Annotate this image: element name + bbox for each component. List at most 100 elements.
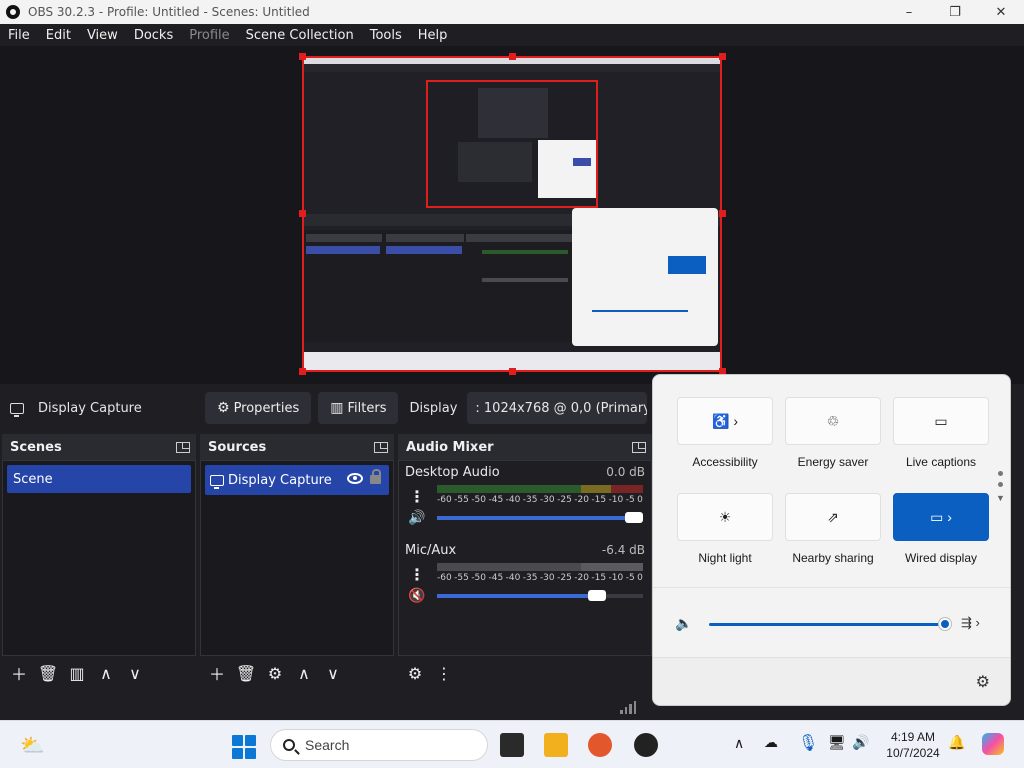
night-light-tile[interactable]: ☀ [677, 493, 773, 541]
channel-name: Desktop Audio [405, 465, 500, 480]
notification-bell-icon[interactable]: 🔔 [948, 734, 965, 751]
minimize-button[interactable]: – [886, 0, 932, 24]
tick-label: -20 [574, 573, 589, 583]
accessibility-tile[interactable]: ♿ › [677, 397, 773, 445]
move-scene-up-button[interactable]: ∧ [93, 660, 119, 686]
volume-slider[interactable] [709, 623, 945, 626]
tick-label: -60 [437, 573, 452, 583]
mixer-toolbar: ⚙ ⋮ [398, 656, 652, 690]
display-label: Display [409, 400, 458, 416]
channel-db: -6.4 dB [601, 543, 645, 557]
channel-menu-icon[interactable]: ⋮ [407, 563, 427, 585]
volume-knob[interactable] [625, 512, 643, 523]
volume-row: 🔈 ⇶ › [675, 615, 995, 635]
muted-speaker-icon[interactable]: 🔇 [407, 587, 427, 605]
network-health-icon [620, 700, 636, 714]
page-indicator[interactable]: ▼ [996, 471, 1005, 503]
energy-saver-icon: ♲ [826, 412, 840, 429]
sources-toolbar: ＋ 🗑 ⚙ ∧ ∨ [200, 656, 394, 690]
gear-icon: ⚙ [217, 400, 230, 416]
channel-menu-icon[interactable]: ⋮ [407, 485, 427, 507]
nearby-sharing-icon: ⇗ [827, 508, 839, 525]
network-icon[interactable]: 🖥 [828, 734, 846, 751]
remove-scene-button[interactable]: 🗑 [35, 660, 61, 686]
scene-item[interactable]: Scene [7, 465, 191, 493]
display-select[interactable]: : 1024x768 @ 0,0 (Primary Mo [467, 392, 648, 424]
close-button[interactable]: ✕ [978, 0, 1024, 24]
speaker-icon[interactable]: 🔊 [407, 509, 427, 527]
lock-icon[interactable] [370, 469, 381, 484]
sources-list[interactable]: Display Capture [200, 460, 394, 656]
menu-file[interactable]: File [0, 28, 38, 43]
audio-meter [437, 485, 643, 493]
obs-taskbar-icon[interactable] [634, 733, 658, 757]
scenes-list[interactable]: Scene [2, 460, 196, 656]
show-hidden-icons-chevron-icon[interactable]: ∧ [734, 735, 744, 752]
scene-filters-button[interactable]: ▥ [64, 660, 90, 686]
menu-tools[interactable]: Tools [362, 28, 410, 43]
copilot-icon[interactable] [982, 733, 1004, 755]
nearby-sharing-tile[interactable]: ⇗ [785, 493, 881, 541]
source-properties-button[interactable]: ⚙ [262, 660, 288, 686]
undock-icon[interactable] [176, 441, 190, 453]
windows-start-icon[interactable] [232, 735, 256, 759]
move-source-down-button[interactable]: ∨ [320, 660, 346, 686]
filters-button[interactable]: ▥ Filters [318, 392, 399, 424]
tick-label: -50 [471, 495, 487, 505]
add-source-button[interactable]: ＋ [204, 660, 230, 686]
properties-button[interactable]: ⚙ Properties [205, 392, 312, 424]
add-scene-button[interactable]: ＋ [6, 660, 32, 686]
tile-label: Energy saver [797, 455, 869, 469]
advanced-audio-properties-button[interactable]: ⚙ [402, 660, 428, 686]
menu-docks[interactable]: Docks [126, 28, 181, 43]
tick-label: -50 [471, 573, 487, 583]
maximize-button[interactable]: ❐ [932, 0, 978, 24]
microphone-icon[interactable]: 🎙 [798, 733, 818, 753]
menu-help[interactable]: Help [410, 28, 456, 43]
volume-fill [437, 594, 606, 598]
channel-db: 0.0 dB [606, 465, 645, 479]
settings-gear-icon[interactable]: ⚙ [976, 672, 990, 692]
undock-icon[interactable] [632, 441, 646, 453]
mixer-menu-button[interactable]: ⋮ [431, 660, 457, 686]
move-source-up-button[interactable]: ∧ [291, 660, 317, 686]
terminal-app-icon[interactable] [500, 733, 524, 757]
selected-source-name: Display Capture [38, 400, 142, 416]
volume-knob[interactable] [587, 590, 606, 601]
live-captions-tile[interactable]: ▭ [893, 397, 989, 445]
audio-output-select-icon[interactable]: ⇶ › [961, 615, 980, 631]
preview-area[interactable] [0, 46, 1024, 384]
menu-view[interactable]: View [79, 28, 126, 43]
tick-label: -25 [557, 573, 572, 583]
taskbar-search[interactable]: Search [270, 729, 488, 761]
remove-source-button[interactable]: 🗑 [233, 660, 259, 686]
accessibility-icon: ♿ › [712, 412, 738, 429]
volume-slider[interactable] [437, 512, 643, 523]
live-captions-icon: ▭ [934, 412, 948, 429]
volume-icon[interactable]: 🔈 [675, 615, 692, 632]
volume-slider[interactable] [437, 590, 643, 601]
preview-canvas[interactable] [302, 56, 722, 372]
menu-edit[interactable]: Edit [38, 28, 79, 43]
visibility-eye-icon[interactable] [347, 473, 363, 484]
volume-slider-knob[interactable] [939, 618, 951, 630]
file-explorer-icon[interactable] [544, 733, 568, 757]
tick-label: -15 [591, 495, 607, 505]
cloud-sync-icon[interactable]: ☁ [764, 734, 778, 751]
firefox-icon[interactable] [588, 733, 612, 757]
quick-settings-flyout: ♿ › Accessibility ♲ Energy saver ▭ Live … [652, 374, 1011, 706]
undock-icon[interactable] [374, 441, 388, 453]
audio-mixer-dock-header: Audio Mixer [398, 434, 652, 460]
menu-profile[interactable]: Profile [181, 28, 237, 43]
menu-bar: File Edit View Docks Profile Scene Colle… [0, 24, 1024, 46]
clock[interactable]: 4:19 AM 10/7/2024 [878, 729, 948, 761]
move-scene-down-button[interactable]: ∨ [122, 660, 148, 686]
tile-label: Night light [698, 551, 752, 565]
weather-icon[interactable]: ⛅ [20, 733, 45, 758]
menu-scene-collection[interactable]: Scene Collection [238, 28, 362, 43]
energy-saver-tile[interactable]: ♲ [785, 397, 881, 445]
chevron-down-icon[interactable]: ▼ [996, 493, 1005, 503]
wired-display-tile[interactable]: ▭ › [893, 493, 989, 541]
speaker-icon[interactable]: 🔊 [852, 734, 869, 751]
source-item[interactable]: Display Capture [205, 465, 389, 495]
